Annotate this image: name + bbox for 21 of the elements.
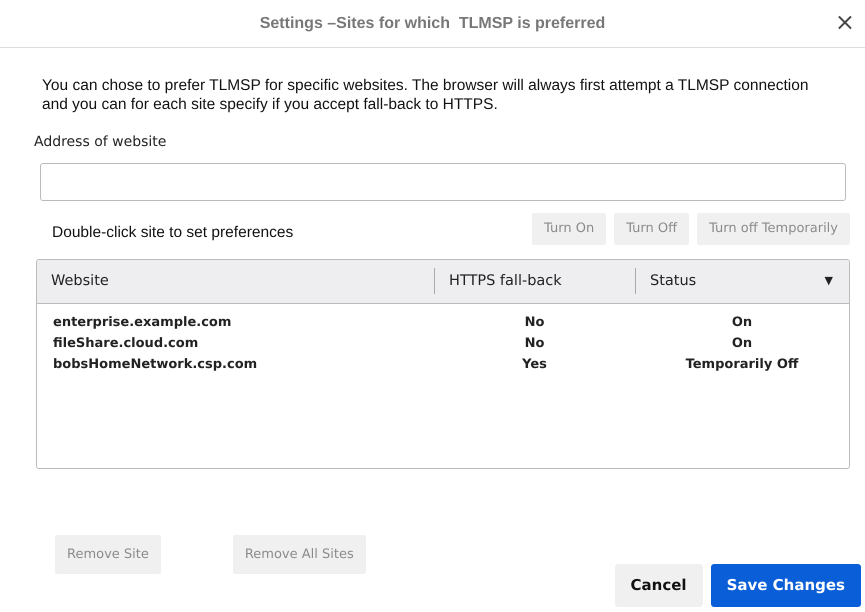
description-text: You can chose to prefer TLMSP for specific websites. The browser will always first attempt a TLMSP connection and you can for each site specify if you accept fall-back to HTTPS.	[42, 76, 810, 114]
hint-text: Double-click site to set preferences	[52, 223, 294, 244]
table-cell-text: Temporarily Off	[684, 356, 800, 374]
column-header[interactable]: HTTPS fall-back	[434, 268, 635, 294]
address-field[interactable]	[40, 163, 846, 201]
column-header[interactable]: Status	[635, 268, 825, 294]
table-cell-text: On	[730, 334, 754, 352]
close-button[interactable]: ×	[830, 10, 859, 34]
table-cell-text: On	[730, 314, 754, 332]
window-title: Settings –Sites for which TLMSP is preferred	[260, 14, 606, 34]
table-cell-text: enterprise.example.com	[52, 314, 232, 332]
sort-caret-icon[interactable]: ▼	[824, 272, 833, 290]
cancel-button[interactable]: Cancel	[614, 564, 703, 606]
table-cell-text: Yes	[521, 356, 548, 374]
save-button[interactable]: Save Changes	[710, 564, 861, 606]
table-cell-text: No	[524, 314, 546, 332]
table-cell-text: No	[524, 334, 546, 352]
field-label: Address of website	[34, 133, 168, 152]
column-header[interactable]: Website	[37, 268, 434, 294]
table-cell-text: fileShare.cloud.com	[52, 334, 200, 352]
table-cell-text: bobsHomeNetwork.csp.com	[52, 356, 258, 374]
